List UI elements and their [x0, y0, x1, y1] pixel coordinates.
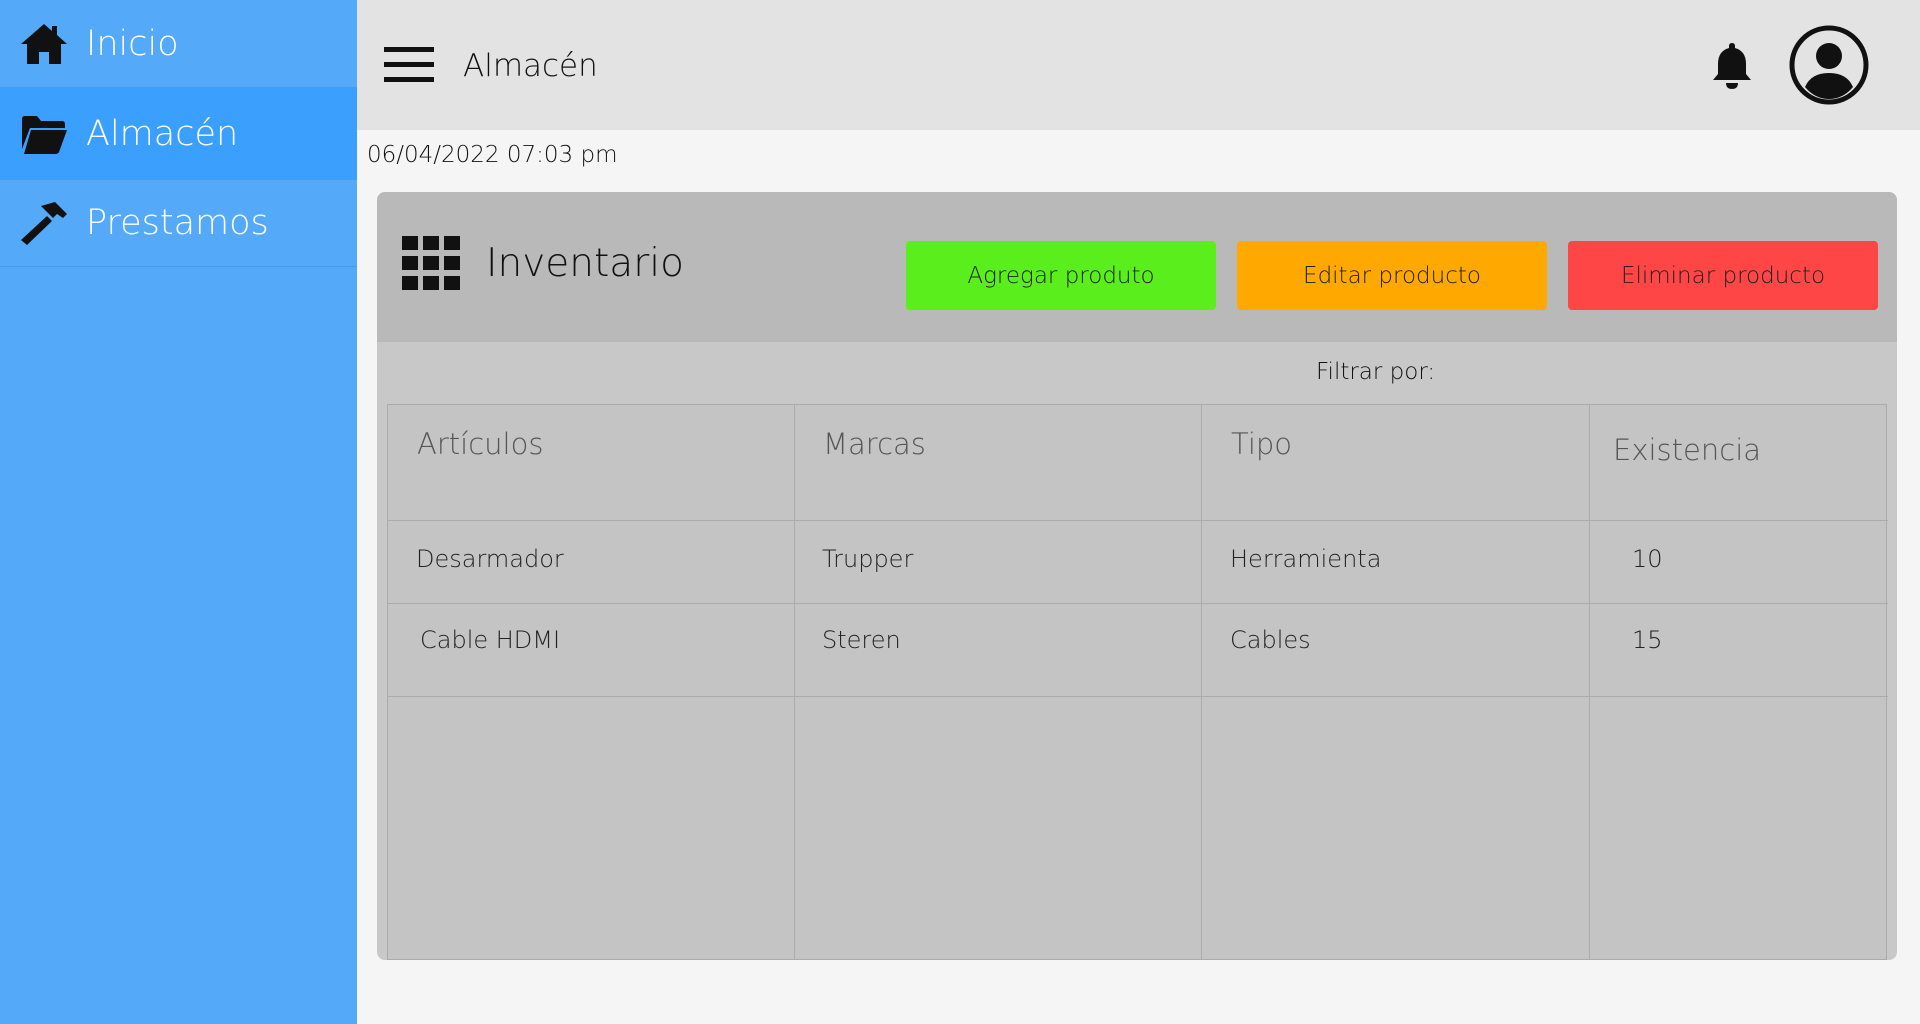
cell-marca: Steren	[822, 626, 901, 654]
bell-icon[interactable]	[1709, 40, 1755, 90]
user-circle-icon[interactable]	[1789, 25, 1869, 105]
edit-product-button[interactable]: Editar producto	[1237, 241, 1547, 310]
sidebar-item-label: Almacén	[86, 113, 239, 154]
inventory-header: Inventario Agregar produto Editar produc…	[377, 192, 1897, 342]
cell-tipo: Herramienta	[1230, 545, 1382, 573]
grid-icon	[402, 236, 460, 290]
column-header-marcas[interactable]: Marcas	[823, 427, 926, 461]
inventory-table: Artículos Marcas Tipo Existencia Desarma…	[387, 404, 1888, 960]
sidebar-item-almacen[interactable]: Almacén	[0, 88, 357, 180]
inventory-panel: Inventario Agregar produto Editar produc…	[377, 192, 1897, 960]
hammer-icon	[18, 197, 70, 249]
sidebar: Inicio Almacén Prestamos	[0, 0, 357, 1024]
sidebar-item-label: Prestamos	[86, 203, 269, 243]
cell-articulo: Cable HDMI	[420, 626, 561, 654]
cell-marca: Trupper	[822, 545, 914, 573]
cell-existencia: 10	[1632, 545, 1663, 573]
sidebar-item-prestamos[interactable]: Prestamos	[0, 180, 357, 267]
hamburger-icon[interactable]	[384, 47, 434, 83]
cell-tipo: Cables	[1230, 626, 1311, 654]
folder-icon	[18, 108, 70, 160]
home-icon	[18, 18, 70, 70]
delete-product-button[interactable]: Eliminar producto	[1568, 241, 1878, 310]
filter-label[interactable]: Filtrar por:	[1316, 359, 1435, 385]
add-product-button[interactable]: Agregar produto	[906, 241, 1216, 310]
sidebar-item-inicio[interactable]: Inicio	[0, 0, 357, 88]
cell-articulo: Desarmador	[416, 545, 564, 573]
datetime-label: 06/04/2022 07:03 pm	[367, 142, 618, 168]
cell-existencia: 15	[1632, 626, 1663, 654]
column-header-existencia[interactable]: Existencia	[1613, 433, 1761, 467]
column-header-tipo[interactable]: Tipo	[1231, 427, 1292, 461]
column-header-articulos[interactable]: Artículos	[417, 427, 543, 461]
inventory-title: Inventario	[486, 241, 684, 286]
top-bar: Almacén	[357, 0, 1920, 130]
page-title: Almacén	[463, 48, 598, 84]
sidebar-item-label: Inicio	[86, 23, 179, 64]
